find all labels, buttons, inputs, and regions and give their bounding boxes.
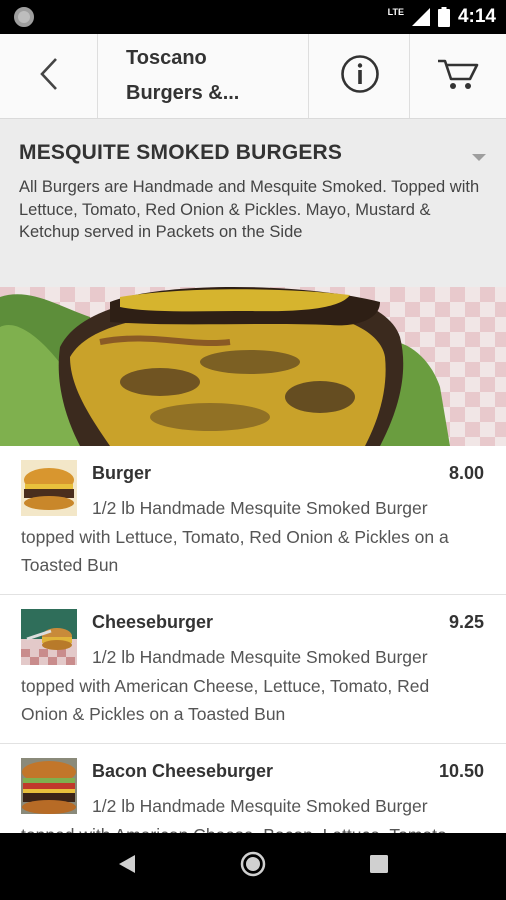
restaurant-title: Toscano Burgers &...: [98, 34, 309, 118]
back-button[interactable]: [0, 34, 98, 118]
status-indicators: LTE 4:14: [388, 0, 496, 34]
nav-home-button[interactable]: [213, 833, 293, 900]
title-line-1: Toscano: [126, 47, 207, 69]
cart-button[interactable]: [410, 34, 506, 118]
menu-item-bacon-cheeseburger[interactable]: Bacon Cheeseburger 10.50 1/2 lb Handmade…: [0, 744, 506, 833]
nav-recents-button[interactable]: [339, 833, 419, 900]
caret-down-icon[interactable]: [472, 149, 486, 167]
network-type-label: LTE: [387, 7, 404, 17]
item-name: Burger: [92, 463, 152, 483]
back-arrow-icon: [38, 57, 60, 96]
item-name: Cheeseburger: [92, 612, 214, 632]
category-hero-image: [0, 287, 506, 446]
info-icon: [340, 54, 380, 99]
menu-item-list: Burger 8.00 1/2 lb Handmade Mesquite Smo…: [0, 446, 506, 833]
nav-recents-icon: [370, 855, 388, 878]
status-bar: LTE 4:14: [0, 0, 506, 34]
item-description: 1/2 lb Handmade Mesquite Smoked Burger t…: [21, 796, 452, 833]
notification-icon: [14, 7, 34, 27]
menu-item-cheeseburger[interactable]: Cheeseburger 9.25 1/2 lb Handmade Mesqui…: [0, 595, 506, 744]
category-title: MESQUITE SMOKED BURGERS: [19, 141, 343, 164]
menu-item-burger[interactable]: Burger 8.00 1/2 lb Handmade Mesquite Smo…: [0, 446, 506, 595]
item-name: Bacon Cheeseburger: [92, 761, 274, 781]
item-description: 1/2 lb Handmade Mesquite Smoked Burger t…: [21, 498, 449, 575]
item-description: 1/2 lb Handmade Mesquite Smoked Burger t…: [21, 647, 430, 724]
item-price: 9.25: [448, 612, 484, 632]
system-nav-bar: [0, 833, 506, 900]
signal-icon: [411, 8, 430, 26]
nav-back-button[interactable]: [87, 833, 167, 900]
battery-icon: [437, 7, 450, 27]
title-line-2: Burgers &...: [126, 82, 240, 104]
cart-icon: [437, 57, 479, 96]
category-header[interactable]: MESQUITE SMOKED BURGERS All Burgers are …: [0, 119, 506, 287]
category-description: All Burgers are Handmade and Mesquite Sm…: [19, 178, 480, 241]
nav-back-icon: [119, 855, 135, 878]
clock: 4:14: [457, 6, 496, 27]
app-bar: Toscano Burgers &...: [0, 34, 506, 119]
item-price: 10.50: [438, 761, 484, 781]
item-price: 8.00: [448, 463, 484, 483]
info-button[interactable]: [310, 34, 410, 118]
nav-home-icon: [240, 851, 266, 882]
